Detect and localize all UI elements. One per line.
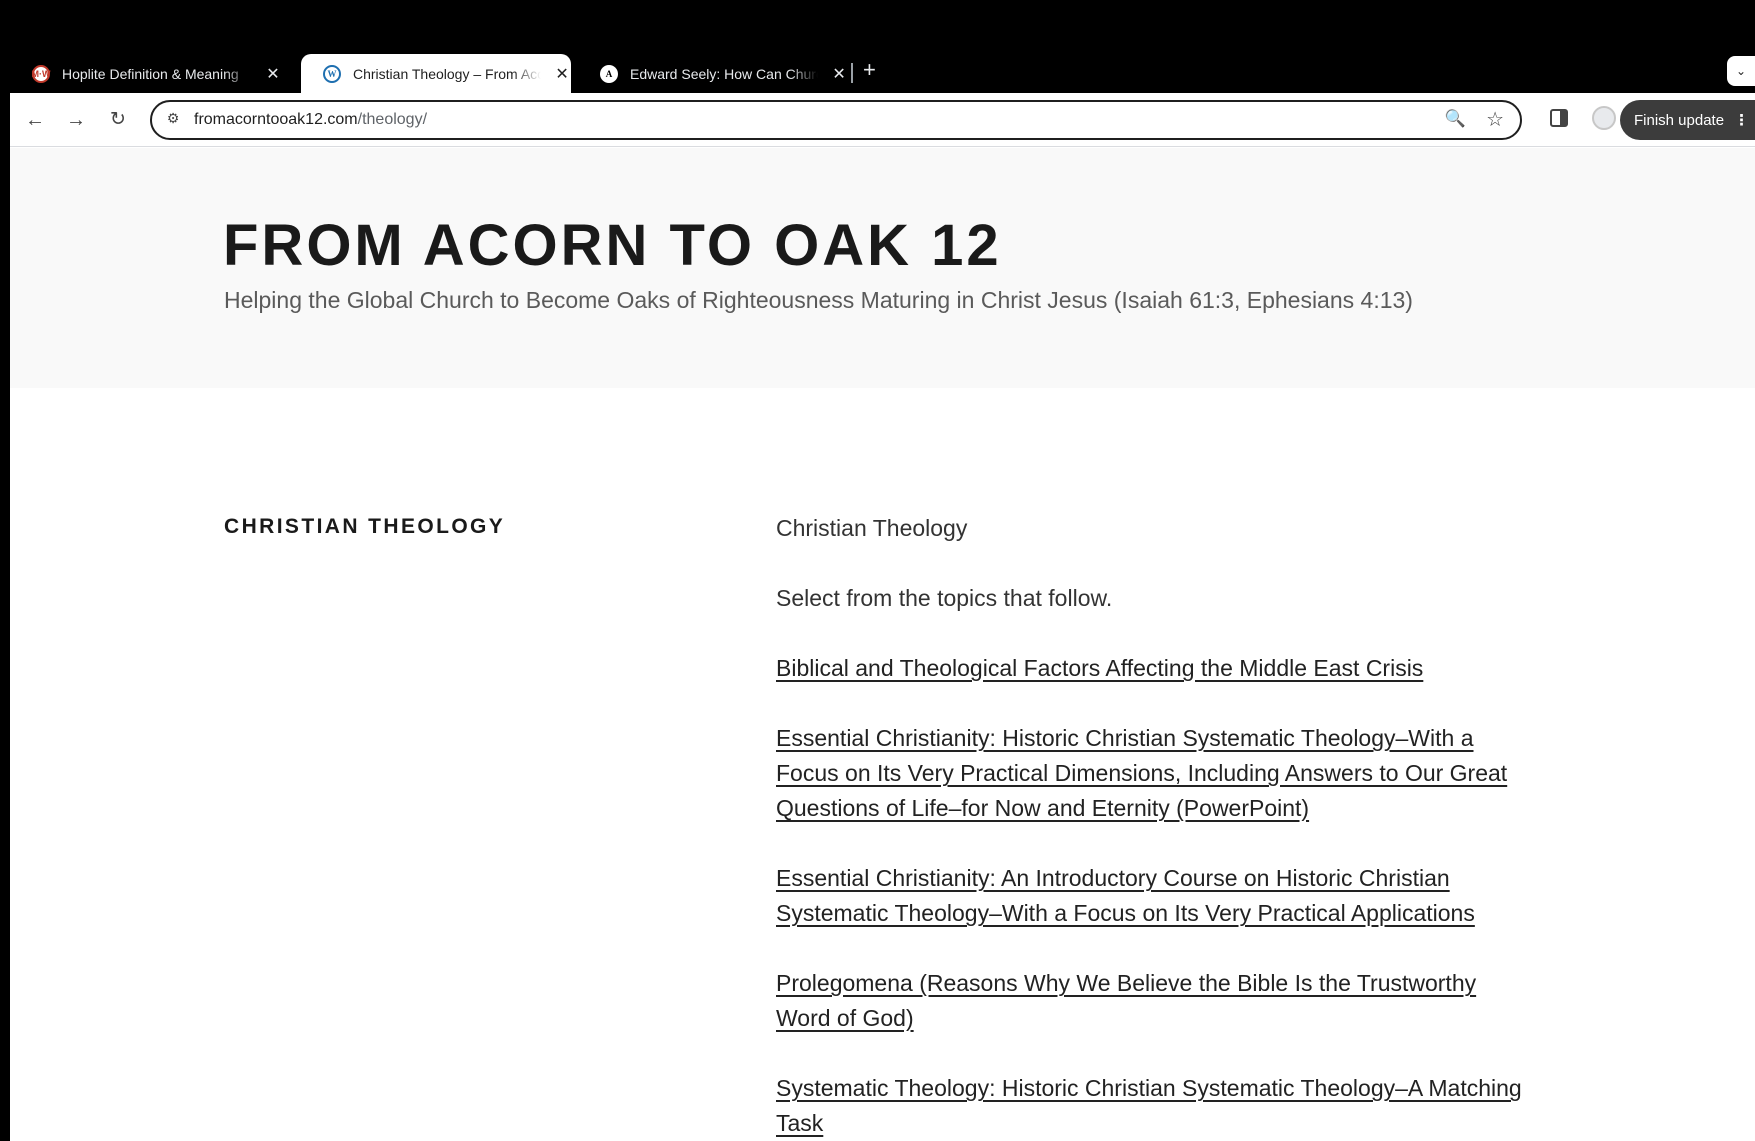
- topic-link-prolegomena[interactable]: Prolegomena (Reasons Why We Believe the …: [776, 970, 1476, 1031]
- tab-title: Edward Seely: How Can Church: [630, 65, 819, 82]
- menu-kebab-icon: ⋮: [1734, 112, 1750, 129]
- list-item: Essential Christianity: Historic Christi…: [776, 721, 1536, 826]
- entry-content: Christian Theology Select from the topic…: [776, 511, 1536, 1141]
- topic-link-middle-east[interactable]: Biblical and Theological Factors Affecti…: [776, 655, 1423, 681]
- web-page: FROM ACORN TO OAK 12 Helping the Global …: [10, 148, 1755, 1141]
- url-domain: fromacorntooak12.com: [194, 111, 358, 128]
- tab-title: Hoplite Definition & Meaning: [62, 65, 239, 82]
- url-text[interactable]: fromacorntooak12.com/theology/: [194, 111, 427, 129]
- list-item: Biblical and Theological Factors Affecti…: [776, 651, 1536, 686]
- tab-christian-theology[interactable]: W Christian Theology – From Acorn to Oak…: [301, 54, 571, 93]
- site-header: FROM ACORN TO OAK 12 Helping the Global …: [10, 148, 1755, 388]
- topic-link-essential-course[interactable]: Essential Christianity: An Introductory …: [776, 865, 1475, 926]
- wordpress-icon: W: [323, 64, 341, 83]
- browser-window: M·W Hoplite Definition & Meaning ✕ W Chr…: [10, 47, 1755, 1141]
- tab-title: Christian Theology – From Acorn to Oak 1…: [353, 65, 542, 82]
- tab-hoplite[interactable]: M·W Hoplite Definition & Meaning ✕: [10, 54, 300, 93]
- side-panel-icon[interactable]: [1550, 109, 1568, 127]
- new-tab-button[interactable]: +: [863, 59, 876, 81]
- screen: M·W Hoplite Definition & Meaning ✕ W Chr…: [0, 0, 1755, 1141]
- tab-search-button[interactable]: ⌄: [1727, 56, 1755, 86]
- site-title[interactable]: FROM ACORN TO OAK 12: [223, 212, 1002, 279]
- list-item: Prolegomena (Reasons Why We Believe the …: [776, 966, 1536, 1036]
- close-icon[interactable]: ✕: [264, 64, 282, 84]
- profile-avatar-icon[interactable]: [1592, 106, 1616, 130]
- close-icon[interactable]: ✕: [553, 64, 571, 84]
- tab-strip: M·W Hoplite Definition & Meaning ✕ W Chr…: [10, 47, 1755, 93]
- back-arrow-icon[interactable]: ←: [22, 107, 48, 133]
- tab-divider: [851, 63, 853, 83]
- topic-link-matching-task[interactable]: Systematic Theology: Historic Christian …: [776, 1075, 1522, 1136]
- intro-text: Select from the topics that follow.: [776, 585, 1113, 611]
- atlantic-a-icon: A: [600, 64, 618, 83]
- list-item: Systematic Theology: Historic Christian …: [776, 1071, 1536, 1141]
- close-icon[interactable]: ✕: [830, 64, 848, 84]
- page-title: CHRISTIAN THEOLOGY: [224, 515, 506, 538]
- site-description: Helping the Global Church to Become Oaks…: [224, 287, 1413, 313]
- address-bar[interactable]: ⚙ fromacorntooak12.com/theology/ 🔍 ☆: [150, 100, 1522, 140]
- list-item: Essential Christianity: An Introductory …: [776, 861, 1536, 931]
- reload-icon[interactable]: ↻: [105, 107, 131, 133]
- intro-heading: Christian Theology: [776, 515, 968, 541]
- browser-toolbar: ← → ↻ ⚙ fromacorntooak12.com/theology/ 🔍…: [10, 93, 1755, 147]
- url-path: /theology/: [357, 111, 428, 128]
- forward-arrow-icon[interactable]: →: [63, 107, 89, 133]
- merriam-webster-icon: M·W: [32, 64, 51, 83]
- site-info-icon[interactable]: ⚙: [162, 110, 184, 130]
- finish-update-label: Finish update: [1634, 111, 1725, 129]
- bookmark-star-icon[interactable]: ☆: [1486, 107, 1504, 132]
- topic-link-essential-powerpoint[interactable]: Essential Christianity: Historic Christi…: [776, 725, 1507, 821]
- finish-update-button[interactable]: Finish update ⋮: [1620, 100, 1755, 140]
- tab-edward-seely[interactable]: A Edward Seely: How Can Church ✕: [578, 54, 848, 93]
- zoom-icon[interactable]: 🔍: [1445, 109, 1466, 129]
